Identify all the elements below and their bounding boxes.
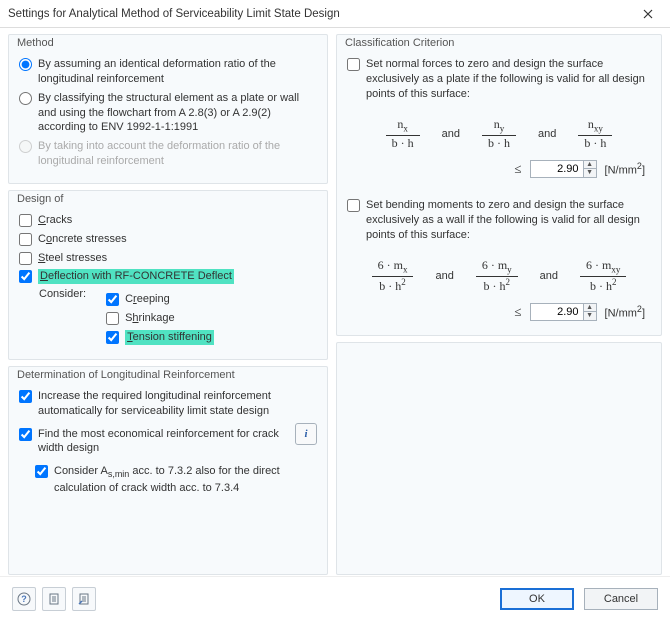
wall-formula: 6 · mxb · h2 and 6 · myb · h2 and 6 · mx… bbox=[347, 259, 651, 293]
wall-limit-input[interactable] bbox=[531, 304, 583, 320]
determination-title: Determination of Longitudinal Reinforcem… bbox=[17, 369, 235, 381]
empty-group bbox=[336, 342, 662, 575]
creeping-checkbox[interactable] bbox=[106, 293, 119, 306]
le-symbol: ≤ bbox=[514, 161, 521, 177]
wall-label: Set bending moments to zero and design t… bbox=[366, 198, 651, 243]
tension-stiffening-label: Tension stiffening bbox=[125, 330, 214, 345]
economical-reinforcement-label: Find the most economical reinforcement f… bbox=[38, 427, 295, 457]
unit-label: [N/mm2] bbox=[605, 161, 645, 177]
economical-reinforcement-checkbox[interactable] bbox=[19, 428, 32, 441]
design-of-title: Design of bbox=[17, 193, 63, 205]
wall-checkbox[interactable] bbox=[347, 199, 360, 212]
determination-group: Determination of Longitudinal Reinforcem… bbox=[8, 366, 328, 575]
asmin-label: Consider As,min acc. to 7.3.2 also for t… bbox=[54, 464, 317, 495]
shrinkage-label: Shrinkage bbox=[125, 311, 175, 326]
method-radio-deformation-ratio bbox=[19, 140, 32, 153]
le-symbol-2: ≤ bbox=[514, 304, 521, 320]
spin-down-icon[interactable]: ▼ bbox=[584, 169, 596, 177]
design-cracks-label: Cracks bbox=[38, 213, 72, 228]
method-title: Method bbox=[17, 37, 54, 49]
design-steel-label: Steel stresses bbox=[38, 251, 107, 266]
shrinkage-checkbox[interactable] bbox=[106, 312, 119, 325]
method-label-2: By classifying the structural element as… bbox=[38, 91, 317, 136]
tension-stiffening-checkbox[interactable] bbox=[106, 331, 119, 344]
method-radio-classify-flowchart[interactable] bbox=[19, 92, 32, 105]
method-radio-identical-deformation[interactable] bbox=[19, 58, 32, 71]
titlebar: Settings for Analytical Method of Servic… bbox=[0, 0, 670, 28]
increase-reinforcement-label: Increase the required longitudinal reinf… bbox=[38, 389, 317, 419]
consider-label: Consider: bbox=[39, 288, 86, 300]
plate-formula: nxb · h and nyb · h and nxyb · h bbox=[347, 118, 651, 150]
wall-limit-spinbox[interactable]: ▲▼ bbox=[530, 303, 597, 321]
export-icon[interactable] bbox=[42, 587, 66, 611]
plate-limit-input[interactable] bbox=[531, 161, 583, 177]
design-of-group: Design of Cracks Concrete stresses Steel… bbox=[8, 190, 328, 360]
footer: ? OK Cancel bbox=[0, 576, 670, 620]
design-concrete-label: Concrete stresses bbox=[38, 232, 127, 247]
increase-reinforcement-checkbox[interactable] bbox=[19, 390, 32, 403]
info-icon[interactable]: i bbox=[295, 423, 317, 445]
creeping-label: Creeping bbox=[125, 292, 170, 307]
design-cracks-checkbox[interactable] bbox=[19, 214, 32, 227]
method-label-1: By assuming an identical deformation rat… bbox=[38, 57, 317, 87]
asmin-checkbox[interactable] bbox=[35, 465, 48, 478]
window-title: Settings for Analytical Method of Servic… bbox=[8, 8, 340, 20]
plate-checkbox[interactable] bbox=[347, 58, 360, 71]
import-icon[interactable] bbox=[72, 587, 96, 611]
spin-up-icon[interactable]: ▲ bbox=[584, 304, 596, 312]
plate-limit-spinbox[interactable]: ▲▼ bbox=[530, 160, 597, 178]
cancel-button[interactable]: Cancel bbox=[584, 588, 658, 610]
design-deflect-checkbox[interactable] bbox=[19, 270, 32, 283]
spin-down-icon[interactable]: ▼ bbox=[584, 312, 596, 320]
ok-button[interactable]: OK bbox=[500, 588, 574, 610]
svg-text:?: ? bbox=[21, 594, 27, 604]
design-concrete-checkbox[interactable] bbox=[19, 233, 32, 246]
method-label-3: By taking into account the deformation r… bbox=[38, 139, 317, 169]
plate-label: Set normal forces to zero and design the… bbox=[366, 57, 651, 102]
spin-up-icon[interactable]: ▲ bbox=[584, 161, 596, 169]
classification-group: Classification Criterion Set normal forc… bbox=[336, 34, 662, 336]
close-button[interactable] bbox=[632, 4, 664, 24]
method-group: Method By assuming an identical deformat… bbox=[8, 34, 328, 184]
classification-title: Classification Criterion bbox=[345, 37, 454, 49]
unit-label-2: [N/mm2] bbox=[605, 304, 645, 320]
design-steel-checkbox[interactable] bbox=[19, 252, 32, 265]
help-icon[interactable]: ? bbox=[12, 587, 36, 611]
design-deflect-label: Deflection with RF-CONCRETE Deflect bbox=[38, 269, 234, 284]
